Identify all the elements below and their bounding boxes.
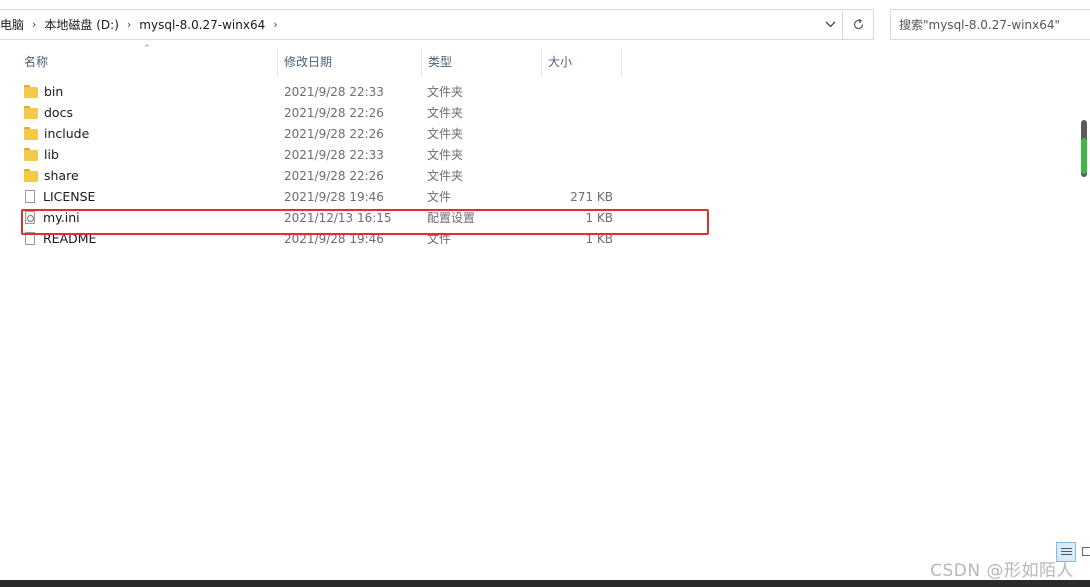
file-type: 配置设置 xyxy=(427,211,476,225)
breadcrumb-local-disk[interactable]: 本地磁盘 (D:) xyxy=(44,16,118,33)
file-name: share xyxy=(44,168,79,183)
file-row-readme[interactable]: README 2021/9/28 19:46 文件 1 KB xyxy=(20,228,620,249)
folder-icon xyxy=(24,105,38,120)
breadcrumb-mysql-folder[interactable]: mysql-8.0.27-winx64 xyxy=(139,18,265,32)
file-type: 文件 xyxy=(427,190,452,204)
column-header-type-label: 类型 xyxy=(428,54,453,69)
breadcrumb-this-pc[interactable]: 此电脑 xyxy=(0,16,24,33)
file-date: 2021/9/28 22:33 xyxy=(284,147,384,162)
file-name: include xyxy=(44,126,90,141)
file-row-share[interactable]: share 2021/9/28 22:26 文件夹 xyxy=(20,165,620,186)
address-bar[interactable]: 此电脑 › 本地磁盘 (D:) › mysql-8.0.27-winx64 › xyxy=(0,9,874,40)
file-icon xyxy=(25,190,35,203)
address-history-dropdown[interactable] xyxy=(818,10,842,39)
large-icons-view-button[interactable] xyxy=(1079,542,1090,562)
search-placeholder: 搜索"mysql-8.0.27-winx64" xyxy=(899,18,1060,32)
file-row-license[interactable]: LICENSE 2021/9/28 19:46 文件 271 KB xyxy=(20,186,620,207)
folder-icon xyxy=(24,84,38,99)
watermark-text: CSDN @形如陌人 xyxy=(930,561,1074,581)
config-file-icon xyxy=(25,211,35,224)
column-divider[interactable] xyxy=(421,48,422,76)
column-divider[interactable] xyxy=(277,48,278,76)
file-name: lib xyxy=(44,147,59,162)
file-date: 2021/9/28 22:26 xyxy=(284,105,384,120)
file-type: 文件 xyxy=(427,232,452,246)
folder-icon xyxy=(24,147,38,162)
column-header-size[interactable]: 大小 xyxy=(548,46,618,76)
column-header-date-label: 修改日期 xyxy=(284,54,333,69)
file-size xyxy=(540,81,613,102)
file-type: 文件夹 xyxy=(427,127,464,141)
file-row-include[interactable]: include 2021/9/28 22:26 文件夹 xyxy=(20,123,620,144)
file-name: LICENSE xyxy=(43,189,96,204)
file-name: docs xyxy=(44,105,73,120)
file-row-bin[interactable]: bin 2021/9/28 22:33 文件夹 xyxy=(20,81,620,102)
file-date: 2021/9/28 22:33 xyxy=(284,84,384,99)
chevron-right-icon[interactable]: › xyxy=(32,18,36,31)
file-size xyxy=(540,123,613,144)
column-divider[interactable] xyxy=(541,48,542,76)
chevron-right-icon[interactable]: › xyxy=(273,18,277,31)
scrollbar-thumb[interactable] xyxy=(1081,138,1087,174)
chevron-down-icon xyxy=(825,21,835,28)
file-size xyxy=(540,102,613,123)
file-name: README xyxy=(43,231,97,246)
file-size xyxy=(540,165,613,186)
file-type: 文件夹 xyxy=(427,85,464,99)
refresh-button[interactable] xyxy=(842,10,873,39)
folder-icon xyxy=(24,168,38,183)
file-list-view[interactable]: ⌃ 名称 修改日期 类型 大小 bin 2021/9/28 22:33 文件夹 … xyxy=(0,44,1090,560)
chevron-right-icon[interactable]: › xyxy=(127,18,131,31)
refresh-icon xyxy=(853,18,863,30)
column-header-name-label: 名称 xyxy=(24,54,49,69)
file-row-docs[interactable]: docs 2021/9/28 22:26 文件夹 xyxy=(20,102,620,123)
file-date: 2021/12/13 16:15 xyxy=(284,210,392,225)
file-row-my-ini[interactable]: my.ini 2021/12/13 16:15 配置设置 1 KB xyxy=(20,207,620,228)
file-size xyxy=(540,144,613,165)
file-name: bin xyxy=(44,84,64,99)
status-bar xyxy=(0,560,1090,580)
file-type: 文件夹 xyxy=(427,169,464,183)
file-size: 1 KB xyxy=(585,210,613,225)
file-type: 文件夹 xyxy=(427,106,464,120)
taskbar xyxy=(0,580,1090,587)
file-name: my.ini xyxy=(43,210,80,225)
column-header-type[interactable]: 类型 xyxy=(428,46,538,76)
file-icon xyxy=(25,232,35,245)
file-date: 2021/9/28 22:26 xyxy=(284,126,384,141)
folder-icon xyxy=(24,126,38,141)
file-row-lib[interactable]: lib 2021/9/28 22:33 文件夹 xyxy=(20,144,620,165)
file-date: 2021/9/28 22:26 xyxy=(284,168,384,183)
file-type: 文件夹 xyxy=(427,148,464,162)
file-size: 1 KB xyxy=(585,231,613,246)
search-input[interactable]: 搜索"mysql-8.0.27-winx64" xyxy=(890,9,1090,40)
file-date: 2021/9/28 19:46 xyxy=(284,189,384,204)
column-header-date[interactable]: 修改日期 xyxy=(284,46,420,76)
file-date: 2021/9/28 19:46 xyxy=(284,231,384,246)
column-header-size-label: 大小 xyxy=(548,54,573,69)
column-header-name[interactable]: 名称 xyxy=(24,46,274,76)
file-size: 271 KB xyxy=(570,189,613,204)
column-divider[interactable] xyxy=(621,48,622,76)
